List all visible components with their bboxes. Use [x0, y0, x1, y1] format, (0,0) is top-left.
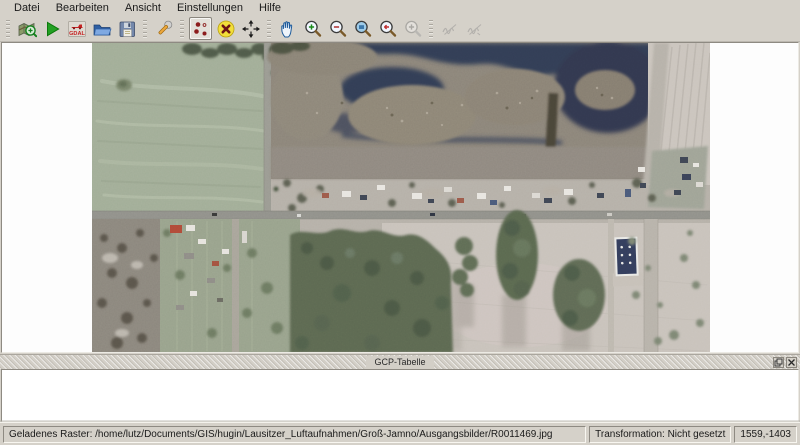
loaded-raster-text: Geladenes Raster: /home/lutz/Documents/G…	[9, 429, 552, 440]
gcp-points-icon	[190, 18, 211, 40]
pan-button[interactable]	[276, 17, 299, 40]
transform-draw-icon	[439, 18, 460, 40]
gdal-button[interactable]: GDAL	[65, 17, 88, 40]
delete-gcp-icon	[215, 18, 236, 40]
zoom-region-icon	[352, 18, 373, 40]
gcp-table-area	[1, 369, 799, 422]
zoom-out-icon	[327, 18, 348, 40]
close-icon	[787, 358, 796, 367]
loaded-raster-status: Geladenes Raster: /home/lutz/Documents/G…	[3, 426, 586, 443]
menu-bearbeiten[interactable]: Bearbeiten	[48, 1, 117, 15]
zoom-previous-icon	[377, 18, 398, 40]
pan-hand-icon	[277, 18, 298, 40]
start-play-icon	[41, 18, 62, 40]
delete-gcp-button[interactable]	[214, 17, 237, 40]
transformation-text: Transformation: Nicht gesetzt	[595, 429, 725, 440]
save-icon	[116, 18, 137, 40]
start-button[interactable]	[40, 17, 63, 40]
open-raster-map-icon	[16, 18, 37, 40]
aerial-photo[interactable]	[92, 43, 710, 353]
settings-wrench-icon	[153, 18, 174, 40]
menu-datei[interactable]: Datei	[6, 1, 48, 15]
cursor-coordinates: 1559,-1403	[734, 426, 797, 443]
zoom-full-button[interactable]	[401, 17, 424, 40]
zoom-region-button[interactable]	[351, 17, 374, 40]
dock-float-button[interactable]	[773, 357, 784, 368]
image-viewport[interactable]	[1, 42, 799, 353]
gcp-tool-button[interactable]	[189, 17, 212, 40]
transform-check-button[interactable]	[463, 17, 486, 40]
transform-draw-button[interactable]	[438, 17, 461, 40]
settings-button[interactable]	[152, 17, 175, 40]
toolbar: GDAL	[0, 16, 800, 42]
statusbar: Geladenes Raster: /home/lutz/Documents/G…	[0, 422, 800, 445]
zoom-full-icon	[402, 18, 423, 40]
menubar: Datei Bearbeiten Ansicht Einstellungen H…	[0, 0, 800, 16]
open-folder-icon	[91, 18, 112, 40]
toolbar-grip[interactable]	[429, 20, 433, 38]
application-window: { "menubar": { "items": [ { "label": "Da…	[0, 0, 800, 445]
save-button[interactable]	[115, 17, 138, 40]
menu-einstellungen[interactable]: Einstellungen	[169, 1, 251, 15]
open-folder-button[interactable]	[90, 17, 113, 40]
toolbar-grip[interactable]	[6, 20, 10, 38]
toolbar-grip[interactable]	[143, 20, 147, 38]
gdal-icon: GDAL	[66, 18, 87, 40]
menu-ansicht[interactable]: Ansicht	[117, 1, 169, 15]
zoom-out-button[interactable]	[326, 17, 349, 40]
float-icon	[774, 358, 783, 367]
move-button[interactable]	[239, 17, 262, 40]
zoom-in-icon	[302, 18, 323, 40]
gcp-dock-title: GCP-Tabelle	[366, 356, 433, 369]
zoom-in-button[interactable]	[301, 17, 324, 40]
toolbar-grip[interactable]	[267, 20, 271, 38]
svg-text:GDAL: GDAL	[69, 30, 85, 36]
toolbar-grip[interactable]	[180, 20, 184, 38]
open-raster-button[interactable]	[15, 17, 38, 40]
menu-hilfe[interactable]: Hilfe	[251, 1, 289, 15]
move-icon	[240, 18, 261, 40]
zoom-previous-button[interactable]	[376, 17, 399, 40]
coordinates-text: 1559,-1403	[740, 429, 791, 440]
dock-close-button[interactable]	[786, 357, 797, 368]
transformation-status: Transformation: Nicht gesetzt	[589, 426, 731, 443]
transform-check-icon	[464, 18, 485, 40]
gcp-dock-titlebar[interactable]: GCP-Tabelle	[0, 354, 800, 369]
